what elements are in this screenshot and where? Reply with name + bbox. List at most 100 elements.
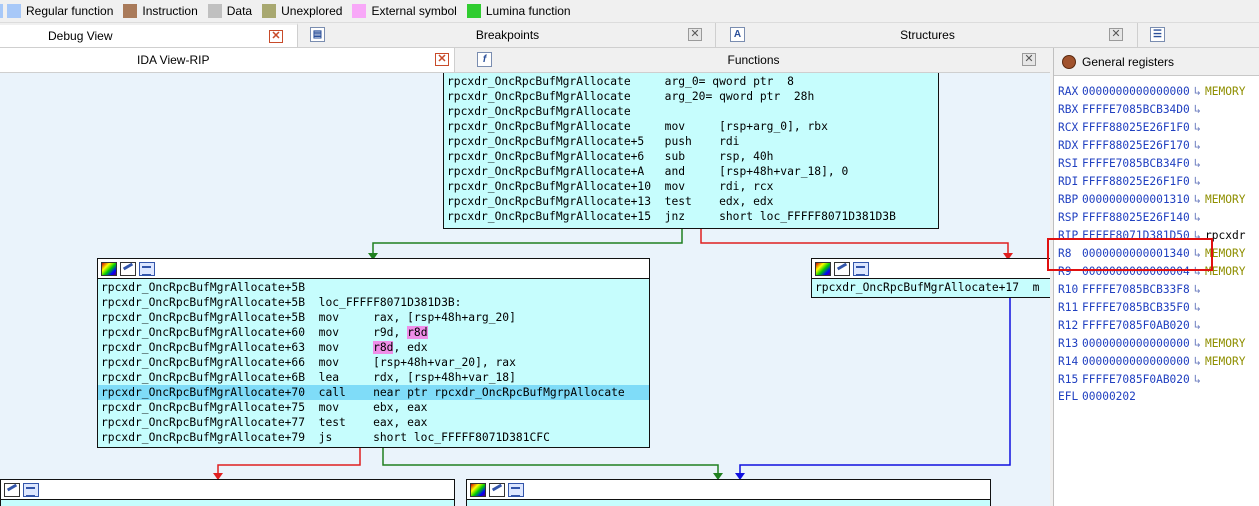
register-rdi[interactable]: RDI FFFF88025E26F1F0 ↳ xyxy=(1058,172,1201,190)
jump-arrow-icon[interactable]: ↳ xyxy=(1194,120,1201,134)
register-value[interactable]: 00000202 xyxy=(1082,390,1136,403)
jump-arrow-icon[interactable]: ↳ xyxy=(1194,210,1201,224)
close-icon[interactable]: ✕ xyxy=(1022,53,1036,66)
disasm-line[interactable]: rpcxdr_OncRpcBufMgrAllocate+A and [rsp+4… xyxy=(444,164,938,179)
register-rsi[interactable]: RSI FFFFE7085BCB34F0 ↳ xyxy=(1058,154,1201,172)
register-r13[interactable]: R13 0000000000000000 ↳ MEMORY xyxy=(1058,334,1245,352)
disasm-line[interactable]: rpcxdr_OncRpcBufMgrAllocate+5B mov rax, … xyxy=(98,310,649,325)
register-value[interactable]: FFFFE7085F0AB020 xyxy=(1082,319,1190,332)
disasm-line[interactable]: rpcxdr_OncRpcBufMgrAllocate+5B xyxy=(98,280,649,295)
node-right[interactable]: rpcxdr_OncRpcBufMgrAllocate+17 m xyxy=(811,258,1050,298)
register-value[interactable]: FFFFE7085BCB33F8 xyxy=(1082,283,1190,296)
register-value[interactable]: FFFF88025E26F1F0 xyxy=(1082,175,1190,188)
edit-icon[interactable] xyxy=(4,482,20,497)
tab-extra[interactable]: ☰ xyxy=(1140,23,1259,47)
node-bottom-right[interactable] xyxy=(466,479,991,506)
disasm-line[interactable]: rpcxdr_OncRpcBufMgrAllocate+75 mov ebx, … xyxy=(98,400,649,415)
disasm-line[interactable]: rpcxdr_OncRpcBufMgrAllocate+5 push rdi xyxy=(444,134,938,149)
register-r14[interactable]: R14 0000000000000000 ↳ MEMORY xyxy=(1058,352,1245,370)
jump-arrow-icon[interactable]: ↳ xyxy=(1194,102,1201,116)
current-instruction-line[interactable]: rpcxdr_OncRpcBufMgrAllocate+70 call near… xyxy=(98,385,649,400)
disasm-line[interactable]: rpcxdr_OncRpcBufMgrAllocate+60 mov r9d, … xyxy=(98,325,649,340)
general-registers-panel[interactable]: General registers RAX 0000000000000000 ↳ ME… xyxy=(1053,48,1259,506)
tab-ida-view-rip[interactable]: IDA View-RIP ✕ xyxy=(0,48,455,72)
disasm-line[interactable]: rpcxdr_OncRpcBufMgrAllocate+77 test eax,… xyxy=(98,415,649,430)
register-r12[interactable]: R12 FFFFE7085F0AB020 ↳ xyxy=(1058,316,1201,334)
tab-breakpoints[interactable]: ▤ Breakpoints ✕ xyxy=(300,23,716,47)
register-rsp[interactable]: RSP FFFF88025E26F140 ↳ xyxy=(1058,208,1201,226)
register-rbx[interactable]: RBX FFFFE7085BCB34D0 ↳ xyxy=(1058,100,1201,118)
tab-debug-view-label: Debug View xyxy=(48,29,113,43)
disasm-line[interactable]: rpcxdr_OncRpcBufMgrAllocate xyxy=(444,104,938,119)
jump-arrow-icon[interactable]: ↳ xyxy=(1194,192,1201,206)
jump-arrow-icon[interactable]: ↳ xyxy=(1194,372,1201,386)
jump-arrow-icon[interactable]: ↳ xyxy=(1194,84,1201,98)
register-r15[interactable]: R15 FFFFE7085F0AB020 ↳ xyxy=(1058,370,1201,388)
disasm-line[interactable]: rpcxdr_OncRpcBufMgrAllocate+15 jnz short… xyxy=(444,209,938,224)
tab-structures[interactable]: A Structures ✕ xyxy=(718,23,1138,47)
disasm-line[interactable]: rpcxdr_OncRpcBufMgrAllocate+5B loc_FFFFF… xyxy=(98,295,649,310)
disasm-line[interactable]: rpcxdr_OncRpcBufMgrAllocate+17 m xyxy=(812,280,1050,295)
register-value[interactable]: 0000000000000000 xyxy=(1082,85,1190,98)
disasm-line[interactable]: rpcxdr_OncRpcBufMgrAllocate arg_0= qword… xyxy=(444,74,938,89)
register-rcx[interactable]: RCX FFFF88025E26F1F0 ↳ xyxy=(1058,118,1201,136)
graph-mode-icon[interactable] xyxy=(23,482,39,497)
disasm-line[interactable]: rpcxdr_OncRpcBufMgrAllocate mov [rsp+arg… xyxy=(444,119,938,134)
graph-view[interactable]: rpcxdr_OncRpcBufMgrAllocate arg_0= qword… xyxy=(0,73,1050,506)
disasm-line[interactable]: rpcxdr_OncRpcBufMgrAllocate+10 mov rdi, … xyxy=(444,179,938,194)
graph-mode-icon[interactable] xyxy=(139,261,155,276)
disasm-line[interactable]: rpcxdr_OncRpcBufMgrAllocate+13 test edx,… xyxy=(444,194,938,209)
node-bottom-left[interactable] xyxy=(0,479,455,506)
register-r10[interactable]: R10 FFFFE7085BCB33F8 ↳ xyxy=(1058,280,1201,298)
node-entry[interactable]: rpcxdr_OncRpcBufMgrAllocate arg_0= qword… xyxy=(443,73,939,229)
register-rbp[interactable]: RBP 0000000000001310 ↳ MEMORY xyxy=(1058,190,1245,208)
register-rax[interactable]: RAX 0000000000000000 ↳ MEMORY xyxy=(1058,82,1245,100)
register-value[interactable]: FFFF88025E26F170 xyxy=(1082,139,1190,152)
tab-debug-view[interactable]: Debug View ✕ xyxy=(0,23,298,47)
close-icon[interactable]: ✕ xyxy=(1109,28,1123,41)
register-efl[interactable]: EFL 00000202 xyxy=(1058,388,1136,406)
close-icon[interactable]: ✕ xyxy=(688,28,702,41)
register-value[interactable]: FFFF88025E26F1F0 xyxy=(1082,121,1190,134)
register-r11[interactable]: R11 FFFFE7085BCB35F0 ↳ xyxy=(1058,298,1201,316)
graph-mode-icon[interactable] xyxy=(853,261,869,276)
register-value[interactable]: FFFFE7085F0AB020 xyxy=(1082,373,1190,386)
color-palette-icon[interactable] xyxy=(815,261,831,276)
edit-icon[interactable] xyxy=(120,261,136,276)
function-icon: f xyxy=(477,52,492,67)
edit-icon[interactable] xyxy=(834,261,850,276)
close-icon[interactable]: ✕ xyxy=(435,53,449,66)
edit-icon[interactable] xyxy=(489,482,505,497)
register-value[interactable]: 0000000000000000 xyxy=(1082,355,1190,368)
address-label: rpcxdr_OncRpcBufMgrAllocate+75 xyxy=(101,401,319,414)
highlighted-operand[interactable]: r8d xyxy=(373,341,394,354)
register-rdx[interactable]: RDX FFFF88025E26F170 ↳ xyxy=(1058,136,1201,154)
tab-functions[interactable]: f Functions ✕ xyxy=(457,48,1050,72)
disasm-line[interactable]: rpcxdr_OncRpcBufMgrAllocate+79 js short … xyxy=(98,430,649,445)
jump-arrow-icon[interactable]: ↳ xyxy=(1194,300,1201,314)
node-loc-d3b[interactable]: rpcxdr_OncRpcBufMgrAllocate+5B rpcxdr_On… xyxy=(97,258,650,448)
disasm-line[interactable]: rpcxdr_OncRpcBufMgrAllocate+63 mov r8d, … xyxy=(98,340,649,355)
close-icon[interactable]: ✕ xyxy=(269,30,283,43)
color-palette-icon[interactable] xyxy=(101,261,117,276)
register-value[interactable]: 0000000000000000 xyxy=(1082,337,1190,350)
jump-arrow-icon[interactable]: ↳ xyxy=(1194,174,1201,188)
register-value[interactable]: FFFFE7085BCB34D0 xyxy=(1082,103,1190,116)
jump-arrow-icon[interactable]: ↳ xyxy=(1194,138,1201,152)
jump-arrow-icon[interactable]: ↳ xyxy=(1194,354,1201,368)
highlighted-operand[interactable]: r8d xyxy=(407,326,428,339)
color-palette-icon[interactable] xyxy=(470,482,486,497)
disasm-line[interactable]: rpcxdr_OncRpcBufMgrAllocate+6 sub rsp, 4… xyxy=(444,149,938,164)
register-value[interactable]: FFFFE7085BCB34F0 xyxy=(1082,157,1190,170)
graph-mode-icon[interactable] xyxy=(508,482,524,497)
disasm-line[interactable]: rpcxdr_OncRpcBufMgrAllocate+66 mov [rsp+… xyxy=(98,355,649,370)
register-value[interactable]: FFFFE7085BCB35F0 xyxy=(1082,301,1190,314)
disasm-line[interactable]: rpcxdr_OncRpcBufMgrAllocate arg_20= qwor… xyxy=(444,89,938,104)
jump-arrow-icon[interactable]: ↳ xyxy=(1194,318,1201,332)
register-value[interactable]: FFFF88025E26F140 xyxy=(1082,211,1190,224)
jump-arrow-icon[interactable]: ↳ xyxy=(1194,282,1201,296)
jump-arrow-icon[interactable]: ↳ xyxy=(1194,336,1201,350)
disasm-line[interactable]: rpcxdr_OncRpcBufMgrAllocate+6B lea rdx, … xyxy=(98,370,649,385)
register-value[interactable]: 0000000000001310 xyxy=(1082,193,1190,206)
jump-arrow-icon[interactable]: ↳ xyxy=(1194,156,1201,170)
